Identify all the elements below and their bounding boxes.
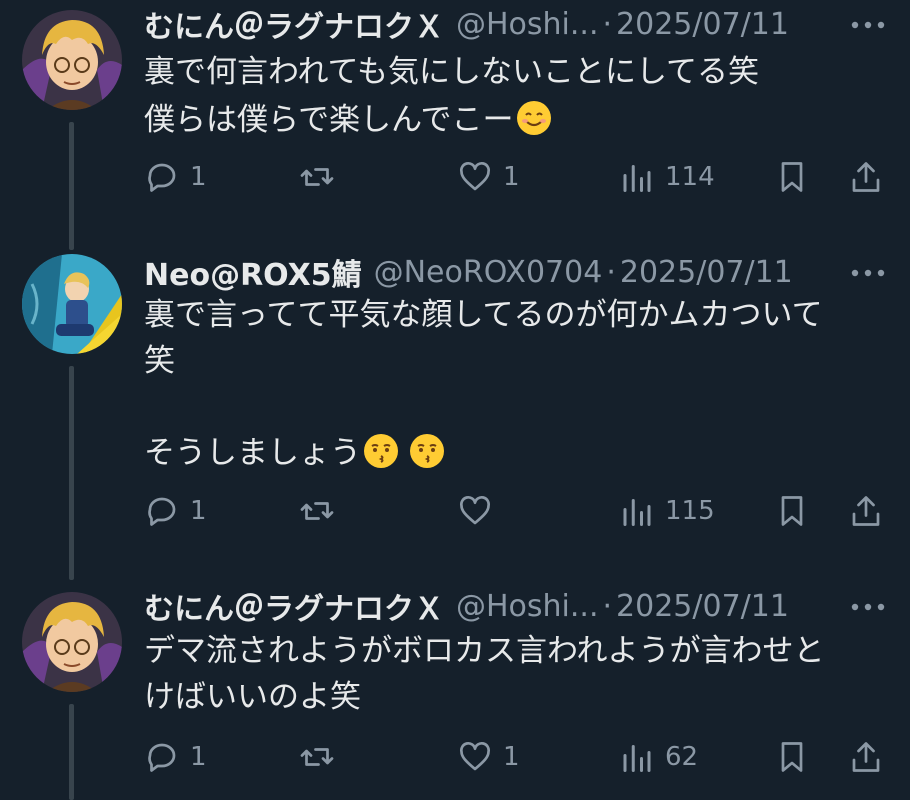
bookmark-button[interactable] xyxy=(774,488,810,534)
bookmark-icon xyxy=(781,162,803,192)
reply-button[interactable]: 1 xyxy=(144,154,207,200)
more-options-icon[interactable] xyxy=(848,10,888,40)
bookmark-button[interactable] xyxy=(774,734,810,780)
separator-dot: · xyxy=(606,254,616,290)
reply-button[interactable]: 1 xyxy=(144,488,207,534)
author-handle[interactable]: @NeoROX0704 xyxy=(374,255,603,290)
more-options-icon[interactable] xyxy=(848,258,888,288)
tweet-text: 裏で何言われても気にしないことにしてる笑 僕らは僕らで楽しんでこー xyxy=(144,54,760,138)
retweet-button[interactable] xyxy=(299,154,345,200)
tweet-text: 裏で言ってて平気な顔してるのが何かムカついて 笑 そうしましょう xyxy=(144,297,823,471)
views-button[interactable]: 114 xyxy=(619,154,715,200)
heart-icon xyxy=(460,162,490,191)
reply-count: 1 xyxy=(190,162,207,192)
avatar[interactable] xyxy=(22,254,122,354)
views-chart-icon xyxy=(623,165,651,192)
kissing-face-icon xyxy=(409,433,445,469)
retweet-button[interactable] xyxy=(299,734,345,780)
tweet-date[interactable]: 2025/07/11 xyxy=(616,589,789,624)
view-count: 115 xyxy=(665,496,715,526)
reply-icon xyxy=(148,497,176,526)
author-name[interactable]: むにん＠ラグナロクＸ xyxy=(144,2,444,46)
tweet-3[interactable]: むにん＠ラグナロクＸ @Hoshi... · 2025/07/11 デマ流されよ… xyxy=(0,584,910,800)
like-button[interactable] xyxy=(457,488,503,534)
retweet-icon xyxy=(300,168,334,186)
retweet-icon xyxy=(300,748,334,766)
tweet-1[interactable]: むにん＠ラグナロクＸ @Hoshi... · 2025/07/11 裏で何言われ… xyxy=(0,0,910,250)
view-count: 62 xyxy=(665,742,699,772)
reply-button[interactable]: 1 xyxy=(144,734,207,780)
smiling-face-icon xyxy=(516,100,552,136)
thread-line xyxy=(69,122,74,250)
bookmark-icon xyxy=(781,742,803,772)
heart-icon xyxy=(460,496,490,525)
thread-line xyxy=(69,366,74,580)
bookmark-button[interactable] xyxy=(774,154,810,200)
reply-count: 1 xyxy=(190,742,207,772)
views-chart-icon xyxy=(623,499,651,526)
more-options-icon[interactable] xyxy=(848,592,888,622)
author-handle[interactable]: @Hoshi... xyxy=(456,589,599,624)
share-button[interactable] xyxy=(848,734,884,780)
tweet-2[interactable]: Neo@ROX5鯖 @NeoROX0704 · 2025/07/11 裏で言って… xyxy=(0,250,910,580)
author-handle[interactable]: @Hoshi... xyxy=(456,7,599,42)
reply-icon xyxy=(148,743,176,772)
like-button[interactable]: 1 xyxy=(457,734,520,780)
bookmark-icon xyxy=(781,496,803,526)
tweet-date[interactable]: 2025/07/11 xyxy=(616,7,789,42)
like-count: 1 xyxy=(503,162,520,192)
views-chart-icon xyxy=(623,745,651,772)
tweet-text: デマ流されようがボロカス言われようが言わせと けばいいのよ笑 xyxy=(144,633,825,715)
views-button[interactable]: 62 xyxy=(619,734,698,780)
retweet-button[interactable] xyxy=(299,488,345,534)
separator-dot: · xyxy=(602,588,613,624)
avatar[interactable] xyxy=(22,10,122,110)
reply-icon xyxy=(148,163,176,192)
reply-count: 1 xyxy=(190,496,207,526)
author-name[interactable]: Neo@ROX5鯖 xyxy=(144,250,362,294)
separator-dot: · xyxy=(602,6,613,42)
share-button[interactable] xyxy=(848,154,884,200)
tweet-date[interactable]: 2025/07/11 xyxy=(620,255,793,290)
like-button[interactable]: 1 xyxy=(457,154,520,200)
author-name[interactable]: むにん＠ラグナロクＸ xyxy=(144,584,444,628)
thread-line xyxy=(69,704,74,800)
share-button[interactable] xyxy=(848,488,884,534)
share-icon xyxy=(852,742,880,772)
heart-icon xyxy=(460,742,490,771)
like-count: 1 xyxy=(503,742,520,772)
kissing-face-icon xyxy=(363,433,399,469)
share-icon xyxy=(852,162,880,192)
views-button[interactable]: 115 xyxy=(619,488,715,534)
avatar[interactable] xyxy=(22,592,122,692)
retweet-icon xyxy=(300,502,334,520)
view-count: 114 xyxy=(665,162,715,192)
share-icon xyxy=(852,496,880,526)
